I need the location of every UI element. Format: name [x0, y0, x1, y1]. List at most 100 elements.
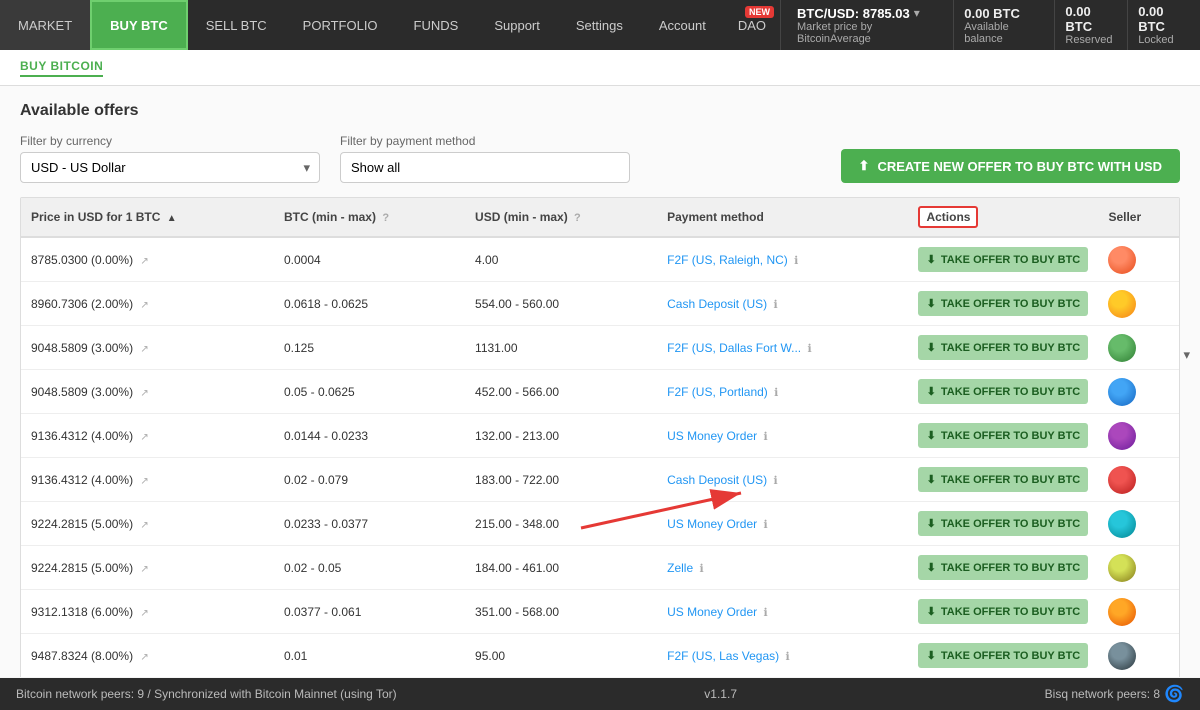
trend-icon: ↗	[140, 476, 148, 487]
avatar	[1108, 422, 1136, 450]
currency-filter-wrapper: USD - US Dollar EUR - Euro GBP - British…	[20, 152, 320, 183]
currency-select[interactable]: USD - US Dollar EUR - Euro GBP - British…	[20, 152, 320, 183]
locked-label: Locked	[1138, 34, 1190, 46]
take-offer-icon: ⬇	[927, 297, 936, 310]
currency-filter-label: Filter by currency	[20, 134, 320, 148]
usd-cell: 132.00 - 213.00	[465, 414, 657, 458]
take-offer-button[interactable]: ⬇ TAKE OFFER TO BUY BTC	[918, 467, 1088, 492]
create-offer-label: CREATE NEW OFFER TO BUY BTC WITH USD	[877, 159, 1162, 174]
btc-cell: 0.02 - 0.05	[274, 546, 465, 590]
payment-link[interactable]: F2F (US, Portland)	[667, 385, 768, 399]
btc-cell: 0.05 - 0.0625	[274, 370, 465, 414]
btc-dropdown-arrow[interactable]: ▾	[914, 6, 920, 20]
avatar	[1108, 378, 1136, 406]
take-offer-icon: ⬇	[927, 649, 936, 662]
seller-cell	[1098, 458, 1179, 502]
info-icon[interactable]: ℹ	[763, 519, 767, 531]
trend-icon: ↗	[140, 344, 148, 355]
payment-link[interactable]: Cash Deposit (US)	[667, 297, 767, 311]
seller-cell	[1098, 414, 1179, 458]
price-cell: 9312.1318 (6.00%) ↗	[21, 590, 274, 634]
btc-help-icon[interactable]: ?	[382, 212, 389, 224]
seller-cell	[1098, 590, 1179, 634]
payment-link[interactable]: US Money Order	[667, 429, 757, 443]
nav-buy-btc[interactable]: BUY BTC	[90, 0, 188, 50]
trend-icon: ↗	[140, 520, 148, 531]
take-offer-icon: ⬇	[927, 341, 936, 354]
info-icon[interactable]: ℹ	[763, 607, 767, 619]
table-row: 9048.5809 (3.00%) ↗ 0.05 - 0.0625 452.00…	[21, 370, 1179, 414]
trend-icon: ↗	[140, 652, 148, 663]
payment-link[interactable]: F2F (US, Dallas Fort W...	[667, 341, 801, 355]
info-icon[interactable]: ℹ	[794, 255, 798, 267]
seller-cell	[1098, 546, 1179, 590]
dao-new-badge: NEW	[745, 6, 774, 18]
table-row: 8785.0300 (0.00%) ↗ 0.0004 4.00 F2F (US,…	[21, 237, 1179, 282]
col-header-seller: Seller	[1098, 198, 1179, 237]
payment-filter-label: Filter by payment method	[340, 134, 630, 148]
table-row: 9048.5809 (3.00%) ↗ 0.125 1131.00 F2F (U…	[21, 326, 1179, 370]
payment-link[interactable]: US Money Order	[667, 517, 757, 531]
usd-help-icon[interactable]: ?	[574, 212, 581, 224]
info-icon[interactable]: ℹ	[699, 563, 703, 575]
payment-link[interactable]: Zelle	[667, 561, 693, 575]
seller-cell	[1098, 326, 1179, 370]
info-icon[interactable]: ℹ	[786, 651, 790, 663]
trend-icon: ↗	[140, 608, 148, 619]
action-cell: ⬇ TAKE OFFER TO BUY BTC	[908, 414, 1098, 458]
usd-cell: 351.00 - 568.00	[465, 590, 657, 634]
nav-funds[interactable]: FUNDS	[396, 0, 477, 50]
take-offer-button[interactable]: ⬇ TAKE OFFER TO BUY BTC	[918, 643, 1088, 668]
take-offer-button[interactable]: ⬇ TAKE OFFER TO BUY BTC	[918, 291, 1088, 316]
take-offer-icon: ⬇	[927, 561, 936, 574]
payment-link[interactable]: US Money Order	[667, 605, 757, 619]
info-icon[interactable]: ℹ	[774, 387, 778, 399]
col-header-price[interactable]: Price in USD for 1 BTC ▲	[21, 198, 274, 237]
price-cell: 9048.5809 (3.00%) ↗	[21, 370, 274, 414]
info-icon[interactable]: ℹ	[773, 475, 777, 487]
btc-cell: 0.0233 - 0.0377	[274, 502, 465, 546]
info-icon[interactable]: ℹ	[763, 431, 767, 443]
take-offer-button[interactable]: ⬇ TAKE OFFER TO BUY BTC	[918, 511, 1088, 536]
take-offer-button[interactable]: ⬇ TAKE OFFER TO BUY BTC	[918, 555, 1088, 580]
take-offer-icon: ⬇	[927, 429, 936, 442]
nav-support[interactable]: Support	[476, 0, 558, 50]
price-cell: 9136.4312 (4.00%) ↗	[21, 414, 274, 458]
payment-link[interactable]: F2F (US, Raleigh, NC)	[667, 253, 788, 267]
payment-cell: Cash Deposit (US) ℹ	[657, 458, 908, 502]
info-icon[interactable]: ℹ	[807, 343, 811, 355]
payment-select[interactable]: Show all F2F Cash Deposit US Money Order…	[340, 152, 630, 183]
take-offer-button[interactable]: ⬇ TAKE OFFER TO BUY BTC	[918, 379, 1088, 404]
payment-link[interactable]: F2F (US, Las Vegas)	[667, 649, 779, 663]
price-cell: 9136.4312 (4.00%) ↗	[21, 458, 274, 502]
nav-dao[interactable]: NEW DAO	[724, 0, 780, 50]
take-offer-button[interactable]: ⬇ TAKE OFFER TO BUY BTC	[918, 599, 1088, 624]
price-cell: 8960.7306 (2.00%) ↗	[21, 282, 274, 326]
trend-icon: ↗	[140, 432, 148, 443]
take-offer-button[interactable]: ⬇ TAKE OFFER TO BUY BTC	[918, 247, 1088, 272]
payment-link[interactable]: Cash Deposit (US)	[667, 473, 767, 487]
nav-settings[interactable]: Settings	[558, 0, 641, 50]
btc-cell: 0.0618 - 0.0625	[274, 282, 465, 326]
nav-market[interactable]: MARKET	[0, 0, 90, 50]
table-row: 9487.8324 (8.00%) ↗ 0.01 95.00 F2F (US, …	[21, 634, 1179, 678]
nav-portfolio[interactable]: PORTFOLIO	[285, 0, 396, 50]
take-offer-button[interactable]: ⬇ TAKE OFFER TO BUY BTC	[918, 335, 1088, 360]
avatar	[1108, 334, 1136, 362]
nav-account[interactable]: Account	[641, 0, 724, 50]
btc-cell: 0.0004	[274, 237, 465, 282]
payment-filter-wrapper: Show all F2F Cash Deposit US Money Order…	[340, 152, 630, 183]
footer-version: v1.1.7	[704, 687, 737, 701]
table-row: 9136.4312 (4.00%) ↗ 0.0144 - 0.0233 132.…	[21, 414, 1179, 458]
info-icon[interactable]: ℹ	[773, 299, 777, 311]
create-offer-button[interactable]: ⬆ CREATE NEW OFFER TO BUY BTC WITH USD	[841, 149, 1180, 183]
breadcrumb: BUY BITCOIN	[0, 50, 1200, 86]
payment-cell: Cash Deposit (US) ℹ	[657, 282, 908, 326]
seller-cell	[1098, 237, 1179, 282]
nav-sell-btc[interactable]: SELL BTC	[188, 0, 285, 50]
avatar	[1108, 290, 1136, 318]
payment-cell: US Money Order ℹ	[657, 502, 908, 546]
payment-cell: Zelle ℹ	[657, 546, 908, 590]
btc-cell: 0.0144 - 0.0233	[274, 414, 465, 458]
take-offer-button[interactable]: ⬇ TAKE OFFER TO BUY BTC	[918, 423, 1088, 448]
